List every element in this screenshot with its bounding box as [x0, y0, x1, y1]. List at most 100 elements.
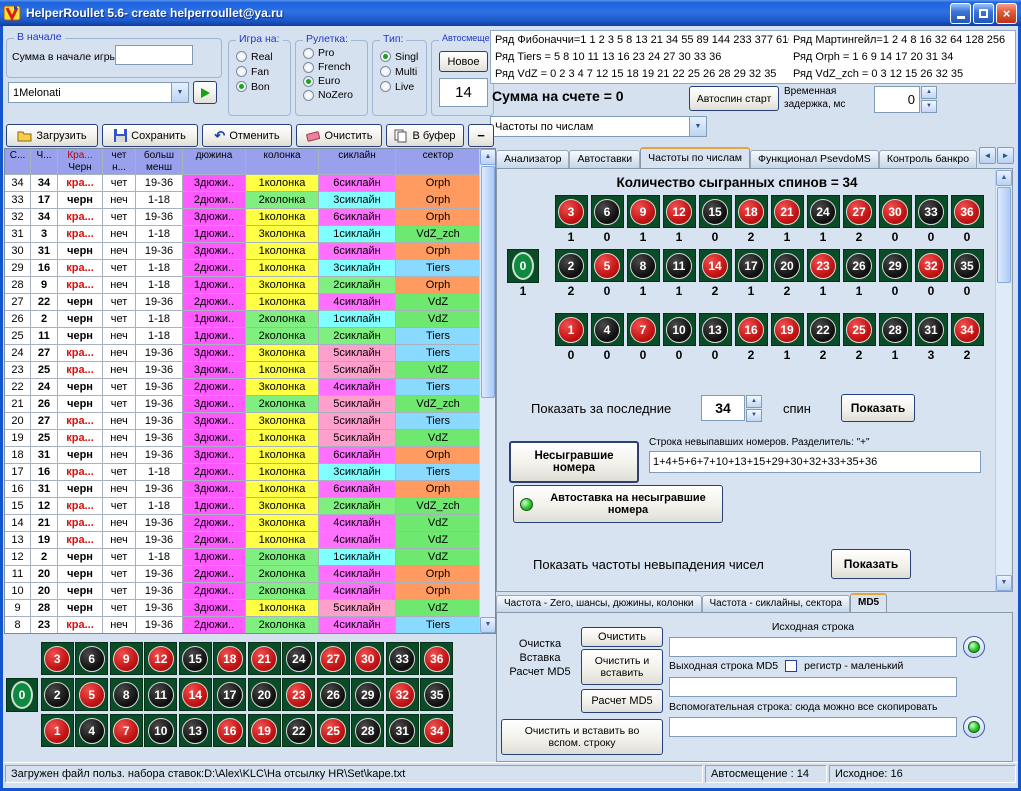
number-tile-7[interactable]: 7 — [627, 313, 660, 346]
number-tile-5[interactable]: 5 — [75, 678, 108, 711]
stepper-down-icon[interactable]: ▼ — [746, 409, 762, 422]
show-nofall-button[interactable]: Показать — [831, 549, 911, 579]
tab-scroll-left-icon[interactable]: ◄ — [979, 147, 996, 164]
number-tile-20[interactable]: 20 — [248, 678, 281, 711]
minus-button[interactable]: − — [468, 124, 494, 147]
register-checkbox[interactable] — [785, 660, 797, 672]
number-tile-6[interactable]: 6 — [75, 642, 108, 675]
number-tile-0[interactable]: 0 — [507, 249, 539, 283]
number-tile-35[interactable]: 35 — [420, 678, 453, 711]
number-tile-8[interactable]: 8 — [627, 249, 660, 282]
number-tile-26[interactable]: 26 — [317, 678, 350, 711]
spin-row[interactable]: 262чернчет1-181дюжи..2колонка1сиклайнVdZ — [5, 311, 481, 328]
number-tile-29[interactable]: 29 — [879, 249, 912, 282]
radio-multi[interactable]: Multi — [373, 64, 426, 79]
number-tile-36[interactable]: 36 — [951, 195, 984, 228]
number-tile-6[interactable]: 6 — [591, 195, 624, 228]
number-tile-18[interactable]: 18 — [735, 195, 768, 228]
spin-row[interactable]: 2126чернчет19-363дюжи..2колонка5сиклайнV… — [5, 396, 481, 413]
number-tile-24[interactable]: 24 — [282, 642, 315, 675]
number-tile-4[interactable]: 4 — [591, 313, 624, 346]
mode-combobox[interactable]: Частоты по числам ▼ — [490, 116, 707, 137]
spin-row[interactable]: 2427кра...неч19-363дюжи..3колонка5сиклай… — [5, 345, 481, 362]
spin-row[interactable]: 928чернчет19-363дюжи..1колонка5сиклайнVd… — [5, 600, 481, 617]
number-tile-13[interactable]: 13 — [179, 714, 212, 747]
number-tile-24[interactable]: 24 — [807, 195, 840, 228]
new-button[interactable]: Новое — [439, 51, 488, 72]
spin-row[interactable]: 3234кра...чет19-363дюжи..1колонка6сиклай… — [5, 209, 481, 226]
scroll-down-icon[interactable]: ▼ — [480, 617, 496, 633]
number-tile-18[interactable]: 18 — [213, 642, 246, 675]
spin-row[interactable]: 1120чернчет19-362дюжи..2колонка4сиклайнO… — [5, 566, 481, 583]
number-tile-16[interactable]: 16 — [213, 714, 246, 747]
show-button[interactable]: Показать — [841, 394, 915, 422]
bottom-tab-0[interactable]: Частота - Zero, шансы, дюжины, колонки — [496, 595, 702, 612]
number-tile-35[interactable]: 35 — [951, 249, 984, 282]
number-tile-3[interactable]: 3 — [41, 642, 74, 675]
save-button[interactable]: Сохранить — [102, 124, 198, 147]
number-tile-21[interactable]: 21 — [771, 195, 804, 228]
number-tile-2[interactable]: 2 — [41, 678, 74, 711]
spin-row[interactable]: 3317черннеч1-182дюжи..2колонка3сиклайнOr… — [5, 192, 481, 209]
radio-pro[interactable]: Pro — [296, 46, 367, 60]
scrollbar-thumb[interactable] — [997, 187, 1011, 283]
clear-button[interactable]: Очистить — [296, 124, 382, 147]
play-button[interactable] — [193, 81, 217, 104]
radio-real[interactable]: Real — [229, 49, 290, 64]
number-tile-19[interactable]: 19 — [771, 313, 804, 346]
number-tile-3[interactable]: 3 — [555, 195, 588, 228]
md5-aux-input[interactable] — [669, 717, 957, 737]
maximize-button[interactable] — [973, 3, 994, 24]
number-tile-7[interactable]: 7 — [110, 714, 143, 747]
autobet-missed-button[interactable]: Автоставка на несыгравшие номера — [513, 485, 723, 523]
number-tile-9[interactable]: 9 — [110, 642, 143, 675]
number-tile-10[interactable]: 10 — [144, 714, 177, 747]
spin-row[interactable]: 823кра...неч19-362дюжи..2колонка4сиклайн… — [5, 617, 481, 634]
chevron-down-icon[interactable]: ▼ — [171, 83, 188, 102]
md5-source-input[interactable] — [669, 637, 957, 657]
number-tile-36[interactable]: 36 — [420, 642, 453, 675]
number-tile-11[interactable]: 11 — [144, 678, 177, 711]
number-tile-23[interactable]: 23 — [282, 678, 315, 711]
missed-numbers-input[interactable] — [649, 451, 981, 473]
spin-row[interactable]: 1020чернчет19-362дюжи..2колонка4сиклайнO… — [5, 583, 481, 600]
number-tile-17[interactable]: 17 — [213, 678, 246, 711]
radio-fan[interactable]: Fan — [229, 64, 290, 79]
number-tile-30[interactable]: 30 — [879, 195, 912, 228]
main-tab-0[interactable]: Анализатор — [496, 150, 569, 168]
scroll-down-icon[interactable]: ▼ — [996, 575, 1012, 591]
number-tile-23[interactable]: 23 — [807, 249, 840, 282]
md5-clear-paste-button[interactable]: Очистить и вставить — [581, 649, 663, 685]
tab-scroll-right-icon[interactable]: ► — [997, 147, 1014, 164]
number-tile-25[interactable]: 25 — [317, 714, 350, 747]
number-tile-14[interactable]: 14 — [699, 249, 732, 282]
radio-singl[interactable]: Singl — [373, 49, 426, 64]
spin-row[interactable]: 3031черннеч19-363дюжи..1колонка6сиклайнO… — [5, 243, 481, 260]
spin-row[interactable]: 2224чернчет19-362дюжи..3колонка4сиклайнT… — [5, 379, 481, 396]
spin-row[interactable]: 2027кра...неч19-363дюжи..3колонка5сиклай… — [5, 413, 481, 430]
spin-row[interactable]: 1421кра...неч19-362дюжи..3колонка4сиклай… — [5, 515, 481, 532]
number-tile-21[interactable]: 21 — [248, 642, 281, 675]
stepper-up-icon[interactable]: ▲ — [746, 395, 762, 408]
spin-row[interactable]: 122чернчет1-181дюжи..2колонка1сиклайнVdZ — [5, 549, 481, 566]
number-tile-1[interactable]: 1 — [555, 313, 588, 346]
number-tile-32[interactable]: 32 — [386, 678, 419, 711]
radio-nozero[interactable]: NoZero — [296, 88, 367, 102]
md5-output-input[interactable] — [669, 677, 957, 697]
number-tile-28[interactable]: 28 — [879, 313, 912, 346]
number-tile-28[interactable]: 28 — [351, 714, 384, 747]
scrollbar-thumb[interactable] — [481, 166, 495, 398]
table-scrollbar[interactable]: ▲ ▼ — [479, 149, 495, 633]
number-tile-20[interactable]: 20 — [771, 249, 804, 282]
number-tile-25[interactable]: 25 — [843, 313, 876, 346]
number-tile-27[interactable]: 27 — [317, 642, 350, 675]
number-tile-4[interactable]: 4 — [75, 714, 108, 747]
number-tile-17[interactable]: 17 — [735, 249, 768, 282]
preset-combobox[interactable]: 1Melonati ▼ — [8, 82, 189, 103]
scroll-up-icon[interactable]: ▲ — [480, 149, 496, 165]
led-button[interactable] — [963, 716, 985, 738]
number-tile-11[interactable]: 11 — [663, 249, 696, 282]
spin-row[interactable]: 2916кра...чет1-182дюжи..1колонка3сиклайн… — [5, 260, 481, 277]
spin-row[interactable]: 289кра...неч1-181дюжи..3колонка2сиклайнO… — [5, 277, 481, 294]
number-tile-12[interactable]: 12 — [663, 195, 696, 228]
